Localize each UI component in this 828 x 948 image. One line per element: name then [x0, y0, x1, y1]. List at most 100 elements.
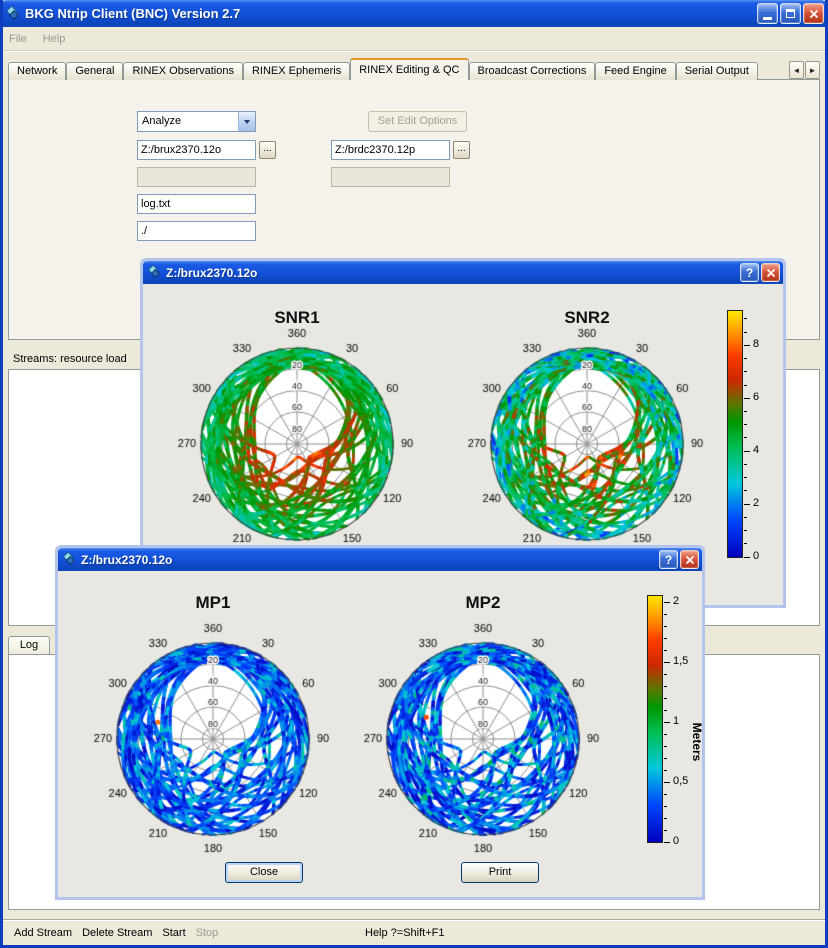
mp-dialog-close-button[interactable]: [680, 550, 699, 569]
snr-dialog-title: Z:/brux2370.12o: [166, 266, 740, 280]
colorbar-minor-tick: [744, 385, 747, 386]
colorbar-major-tick: [664, 662, 670, 663]
titlebar: BKG Ntrip Client (BNC) Version 2.7: [0, 0, 828, 27]
skyplot-snr2: [457, 314, 717, 566]
snr-dialog-titlebar: Z:/brux2370.12o ?: [143, 261, 783, 284]
colorbar-gradient: [647, 595, 663, 843]
close-button[interactable]: [803, 3, 824, 24]
window-title: BKG Ntrip Client (BNC) Version 2.7: [25, 6, 757, 21]
colorbar-tick-label: 6: [753, 391, 759, 403]
combo-dropdown-icon[interactable]: [238, 112, 255, 131]
print-plot-button[interactable]: Print: [461, 862, 539, 883]
snr-dialog-help-button[interactable]: ?: [740, 263, 759, 282]
tab-rinex-editing-qc[interactable]: RINEX Editing & QC: [350, 58, 468, 80]
tab-network[interactable]: Network: [8, 62, 66, 80]
colorbar-minor-tick: [664, 674, 667, 675]
colorbar-tick-label: 8: [753, 338, 759, 350]
plots-dir-field[interactable]: [137, 221, 256, 241]
statusbar-actions: Add StreamDelete StreamStartStop: [14, 927, 218, 939]
mp-dialog-help-button[interactable]: ?: [659, 550, 678, 569]
tab-rinex-ephemeris[interactable]: RINEX Ephemeris: [243, 62, 350, 80]
statusbar-start[interactable]: Start: [162, 927, 185, 939]
colorbar-minor-tick: [664, 830, 667, 831]
skyplot-mp1: [83, 609, 343, 861]
logfile-field[interactable]: [137, 194, 256, 214]
colorbar-major-tick: [664, 782, 670, 783]
colorbar-gradient: [727, 310, 743, 558]
action-value: Analyze: [138, 112, 238, 131]
colorbar-minor-tick: [664, 806, 667, 807]
output-nav-field[interactable]: [331, 167, 450, 187]
colorbar-tick-label: 0: [753, 550, 759, 562]
colorbar-minor-tick: [664, 650, 667, 651]
mp-dialog-body: MP1 MP2 21,510,50 Meters Close Print: [58, 571, 702, 897]
menu-help[interactable]: Help: [43, 33, 66, 45]
colorbar-tick-label: 0,5: [673, 775, 688, 787]
action-combobox[interactable]: Analyze: [137, 111, 256, 132]
tab-scroll-right-button[interactable]: ►: [805, 61, 820, 79]
colorbar-minor-tick: [664, 818, 667, 819]
streams-label: Streams: resource load: [13, 353, 127, 365]
skyplot-snr1: [167, 314, 427, 566]
tab-serial-output[interactable]: Serial Output: [676, 62, 758, 80]
dialog-icon: [61, 552, 76, 567]
menu-bar: File Help: [0, 27, 828, 51]
statusbar-add-stream[interactable]: Add Stream: [14, 927, 72, 939]
colorbar-major-tick: [744, 398, 750, 399]
status-bar: Add StreamDelete StreamStartStop Help ?=…: [3, 919, 825, 945]
colorbar-minor-tick: [744, 437, 747, 438]
tab-general[interactable]: General: [66, 62, 123, 80]
tab-feed-engine[interactable]: Feed Engine: [595, 62, 675, 80]
app-icon: [4, 6, 20, 22]
colorbar-minor-tick: [744, 543, 747, 544]
set-edit-options-button[interactable]: Set Edit Options: [368, 111, 467, 132]
close-icon: [809, 9, 819, 19]
menu-file[interactable]: File: [9, 33, 27, 45]
colorbar-tick-label: 2: [753, 497, 759, 509]
statusbar-help: Help ?=Shift+F1: [365, 927, 445, 939]
dialog-icon: [146, 265, 161, 280]
colorbar-minor-tick: [744, 464, 747, 465]
maximize-button[interactable]: [780, 3, 801, 24]
input-obs-field[interactable]: [137, 140, 256, 160]
tab-bar: NetworkGeneralRINEX ObservationsRINEX Ep…: [8, 59, 820, 80]
colorbar-major-tick: [664, 842, 670, 843]
colorbar-tick-label: 2: [673, 595, 679, 607]
close-icon: [766, 268, 776, 278]
tab-rinex-observations[interactable]: RINEX Observations: [123, 62, 242, 80]
colorbar-major-tick: [744, 345, 750, 346]
mp-dialog-titlebar: Z:/brux2370.12o ?: [58, 548, 702, 571]
colorbar-minor-tick: [744, 411, 747, 412]
minimize-button[interactable]: [757, 3, 778, 24]
colorbar-minor-tick: [664, 794, 667, 795]
colorbar-minor-tick: [664, 686, 667, 687]
bnc-main-window: BKG Ntrip Client (BNC) Version 2.7 File …: [0, 0, 828, 948]
browse-input-obs-button[interactable]: ...: [259, 141, 276, 159]
colorbar-tick-label: 0: [673, 835, 679, 847]
colorbar-minor-tick: [664, 710, 667, 711]
colorbar-minor-tick: [744, 424, 747, 425]
output-obs-field[interactable]: [137, 167, 256, 187]
tab-scroll-left-button[interactable]: ◄: [789, 61, 804, 79]
input-nav-field[interactable]: [331, 140, 450, 160]
colorbar-minor-tick: [744, 318, 747, 319]
colorbar-tick-label: 1,5: [673, 655, 688, 667]
colorbar-major-tick: [744, 451, 750, 452]
colorbar-minor-tick: [744, 477, 747, 478]
close-icon: [685, 555, 695, 565]
mp-dialog-title: Z:/brux2370.12o: [81, 553, 659, 567]
colorbar-minor-tick: [744, 358, 747, 359]
browse-input-nav-button[interactable]: ...: [453, 141, 470, 159]
tab-broadcast-corrections[interactable]: Broadcast Corrections: [469, 62, 596, 80]
tabs-container: NetworkGeneralRINEX ObservationsRINEX Ep…: [8, 59, 820, 80]
close-plot-button[interactable]: Close: [225, 862, 303, 883]
colorbar-minor-tick: [744, 517, 747, 518]
colorbar-ticks: 86420: [743, 311, 787, 557]
colorbar-minor-tick: [664, 626, 667, 627]
colorbar-minor-tick: [664, 698, 667, 699]
statusbar-delete-stream[interactable]: Delete Stream: [82, 927, 152, 939]
colorbar-minor-tick: [664, 770, 667, 771]
colorbar-minor-tick: [664, 638, 667, 639]
snr-dialog-close-button[interactable]: [761, 263, 780, 282]
log-tab[interactable]: Log: [8, 636, 50, 655]
